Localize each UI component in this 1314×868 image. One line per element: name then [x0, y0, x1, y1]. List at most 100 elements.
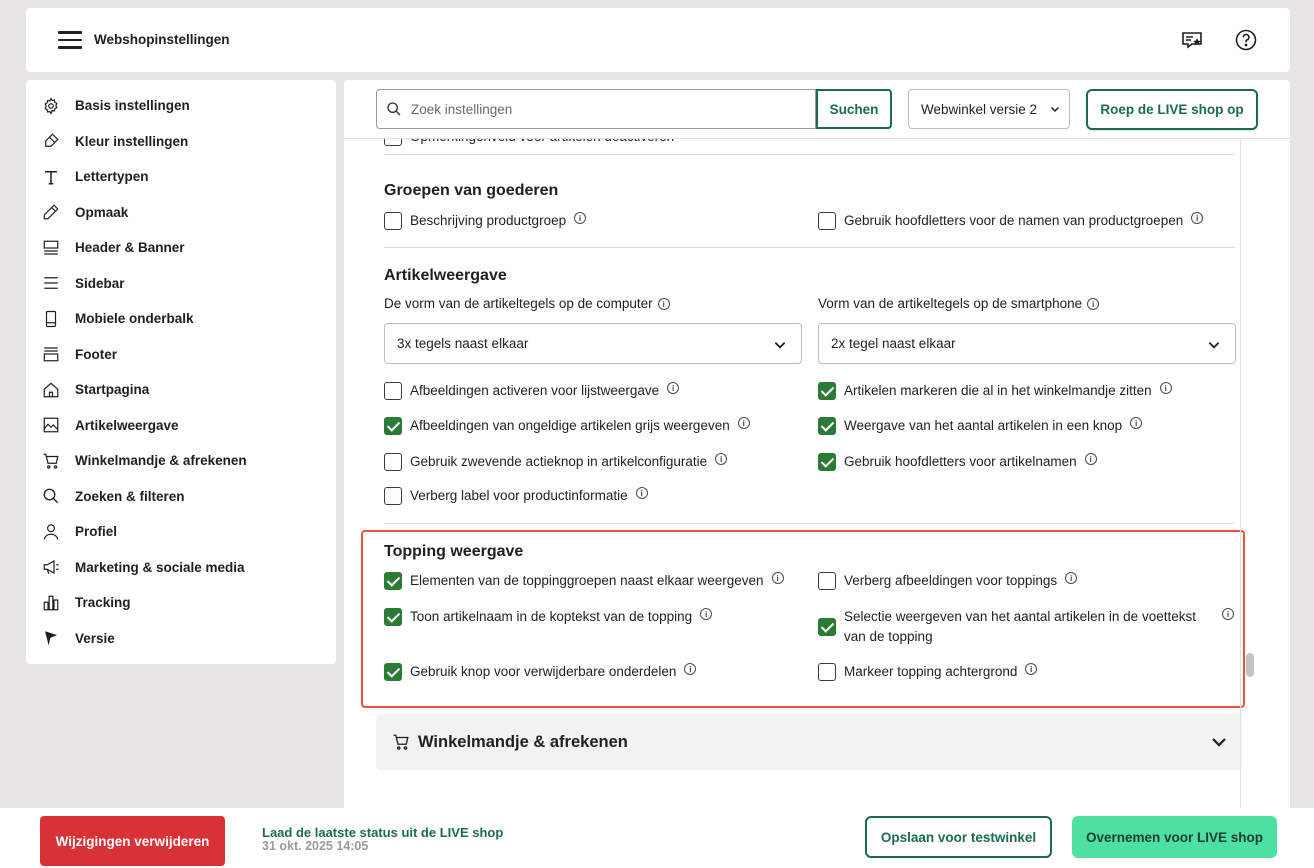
checkbox[interactable]	[818, 417, 836, 435]
info-icon[interactable]: i	[667, 382, 680, 394]
version-select[interactable]: Webwinkel versie 2	[908, 89, 1070, 129]
scrollbar-thumb[interactable]	[1246, 653, 1254, 677]
desktop-tile-select[interactable]: 3x tegels naast elkaar	[384, 323, 802, 364]
option-label: Gebruik knop voor verwijderbare onderdel…	[410, 664, 677, 679]
option-row: Beschrijving productgroep i	[384, 211, 587, 231]
info-icon[interactable]: i	[1087, 298, 1100, 310]
sidebar-item-header-banner[interactable]: Header & Banner	[26, 230, 336, 266]
discard-changes-button[interactable]: Wijzigingen verwijderen	[40, 816, 225, 866]
option-label: Markeer topping achtergrond	[844, 664, 1018, 679]
menu-icon[interactable]	[58, 31, 82, 49]
checkbox[interactable]	[384, 572, 402, 590]
page-title: Webshopinstellingen	[94, 32, 230, 47]
desktop-tile-value: 3x tegels naast elkaar	[397, 336, 529, 351]
checkbox[interactable]	[384, 417, 402, 435]
info-icon[interactable]: i	[574, 212, 587, 224]
sidebar-item-startpagina[interactable]: Startpagina	[26, 372, 336, 408]
image-icon	[42, 416, 60, 434]
accordion-title: Winkelmandje & afrekenen	[418, 732, 628, 751]
sidebar-item-kleur[interactable]: Kleur instellingen	[26, 124, 336, 160]
sidebar-item-sidebar[interactable]: Sidebar	[26, 266, 336, 302]
version-select-value: Webwinkel versie 2	[921, 101, 1038, 117]
info-icon[interactable]: i	[737, 417, 750, 429]
sidebar-item-lettertypen[interactable]: Lettertypen	[26, 159, 336, 195]
checkbox[interactable]	[384, 139, 402, 146]
option-row: Weergave van het aantal artikelen in een…	[818, 416, 1143, 436]
option-row: Toon artikelnaam in de koptekst van de t…	[384, 607, 713, 627]
sidebar-item-marketing[interactable]: Marketing & sociale media	[26, 550, 336, 586]
search-icon	[377, 101, 411, 117]
help-icon[interactable]	[1234, 28, 1258, 52]
accordion-winkelmandje[interactable]: Winkelmandje & afrekenen	[376, 714, 1242, 770]
checkbox[interactable]	[818, 212, 836, 230]
option-row: Elementen van de toppinggroepen naast el…	[384, 571, 784, 591]
option-row: Gebruik hoofdletters voor artikelnamen i	[818, 452, 1097, 472]
info-icon[interactable]: i	[1159, 382, 1172, 394]
top-header: Webshopinstellingen	[26, 8, 1290, 72]
checkbox[interactable]	[818, 572, 836, 590]
option-row: Afbeeldingen van ongeldige artikelen gri…	[384, 416, 750, 436]
apply-live-shop-button[interactable]: Overnemen voor LIVE shop	[1072, 816, 1277, 858]
info-icon[interactable]: i	[1222, 608, 1234, 620]
option-label: Gebruik zwevende actieknop in artikelcon…	[410, 454, 708, 469]
info-icon[interactable]: i	[657, 298, 670, 310]
option-row: Verberg afbeeldingen voor toppings i	[818, 571, 1078, 591]
option-label: Selectie weergeven van het aantal artike…	[844, 609, 1196, 644]
checkbox[interactable]	[384, 608, 402, 626]
scrollbar-track	[1240, 139, 1241, 808]
sidebar-item-footer[interactable]: Footer	[26, 337, 336, 373]
info-icon[interactable]: i	[684, 663, 697, 675]
bottom-action-bar: Wijzigingen verwijderen Laad de laatste …	[0, 808, 1314, 868]
save-test-shop-button[interactable]: Opslaan voor testwinkel	[865, 816, 1052, 858]
sidebar-item-profiel[interactable]: Profiel	[26, 514, 336, 550]
home-icon	[42, 381, 60, 399]
divider	[384, 154, 1235, 155]
search-icon	[42, 487, 60, 505]
checkbox[interactable]	[384, 663, 402, 681]
sidebar-item-artikelweergave[interactable]: Artikelweergave	[26, 408, 336, 444]
checkbox[interactable]	[384, 487, 402, 505]
option-row: Afbeeldingen activeren voor lijstweergav…	[384, 381, 680, 401]
sidebar-item-zoeken[interactable]: Zoeken & filteren	[26, 479, 336, 515]
checkbox[interactable]	[818, 453, 836, 471]
info-icon[interactable]: i	[715, 453, 728, 465]
sidebar-item-basis[interactable]: Basis instellingen	[26, 88, 336, 124]
info-icon[interactable]: i	[1025, 663, 1038, 675]
checkbox[interactable]	[818, 663, 836, 681]
pencil-icon	[42, 203, 60, 221]
sidebar-item-opmaak[interactable]: Opmaak	[26, 195, 336, 231]
info-icon[interactable]: i	[771, 572, 784, 584]
header-layout-icon	[42, 239, 60, 257]
info-icon[interactable]: i	[1065, 572, 1078, 584]
load-live-status-link[interactable]: Laad de laatste status uit de LIVE shop	[262, 825, 503, 840]
checkbox[interactable]	[384, 382, 402, 400]
option-label: Opmerkingenveld voor artikelen deactiver…	[410, 139, 674, 147]
sidebar-item-tracking[interactable]: Tracking	[26, 585, 336, 621]
checkbox[interactable]	[818, 382, 836, 400]
text-t-icon	[42, 168, 60, 186]
search-button[interactable]: Suchen	[816, 89, 892, 129]
section-title-artikelweergave: Artikelweergave	[384, 267, 507, 284]
checkbox[interactable]	[818, 618, 836, 636]
open-live-shop-button[interactable]: Roep de LIVE shop op	[1086, 89, 1258, 130]
mobile-tile-select[interactable]: 2x tegel naast elkaar	[818, 323, 1236, 364]
info-icon[interactable]: i	[1084, 453, 1097, 465]
option-label: Elementen van de toppinggroepen naast el…	[410, 573, 764, 588]
sidebar-item-versie[interactable]: Versie	[26, 621, 336, 657]
info-icon[interactable]: i	[1130, 417, 1143, 429]
review-star-icon[interactable]	[1180, 28, 1204, 52]
sidebar-item-mobiele-onderbalk[interactable]: Mobiele onderbalk	[26, 301, 336, 337]
sidebar-item-winkelmandje[interactable]: Winkelmandje & afrekenen	[26, 443, 336, 479]
checkbox[interactable]	[384, 212, 402, 230]
info-icon[interactable]: i	[1191, 212, 1204, 224]
option-label: Verberg afbeeldingen voor toppings	[844, 573, 1058, 588]
search-input[interactable]	[411, 101, 801, 117]
checkbox[interactable]	[384, 453, 402, 471]
info-icon[interactable]: i	[700, 608, 713, 620]
option-label: Gebruik hoofdletters voor artikelnamen	[844, 454, 1077, 469]
chevron-down-icon	[1210, 733, 1228, 756]
settings-scroll-area[interactable]: Opmerkingenveld voor artikelen deactiver…	[344, 139, 1290, 808]
settings-sidebar: Basis instellingen Kleur instellingen Le…	[26, 80, 336, 664]
info-icon[interactable]: i	[635, 487, 648, 499]
bar-chart-icon	[42, 594, 60, 612]
